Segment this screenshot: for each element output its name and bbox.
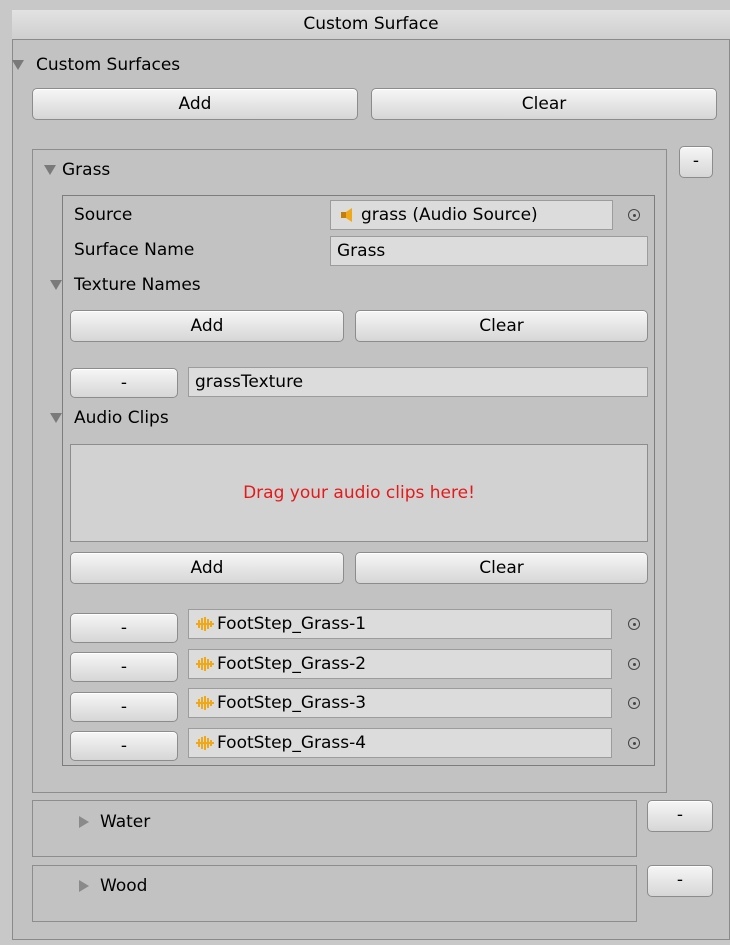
foldout-arrow-icon[interactable] xyxy=(50,280,62,290)
audio-clip-field[interactable]: FootStep_Grass-3 xyxy=(188,688,612,718)
surface-name-field[interactable]: Grass xyxy=(330,236,648,266)
audio-clip-name: FootStep_Grass-3 xyxy=(217,693,367,713)
foldout-arrow-icon[interactable] xyxy=(12,60,24,70)
remove-audio-clip-button[interactable]: - xyxy=(70,613,178,643)
add-audio-clip-button[interactable]: Add xyxy=(70,552,344,584)
add-surface-button[interactable]: Add xyxy=(32,88,358,120)
foldout-arrow-icon[interactable] xyxy=(44,165,56,175)
remove-texture-button[interactable]: - xyxy=(70,368,178,398)
object-picker-icon[interactable] xyxy=(628,209,640,221)
object-picker-icon[interactable] xyxy=(628,658,640,670)
object-picker-icon[interactable] xyxy=(628,618,640,630)
surface-name-wood[interactable]: Wood xyxy=(100,876,147,896)
audio-clip-field[interactable]: FootStep_Grass-1 xyxy=(188,609,612,639)
audio-clip-icon xyxy=(196,617,214,631)
remove-audio-clip-button[interactable]: - xyxy=(70,692,178,722)
audio-source-icon xyxy=(341,208,352,222)
window-title: Custom Surface xyxy=(12,10,730,40)
surface-name-grass[interactable]: Grass xyxy=(62,160,110,180)
custom-surfaces-foldout[interactable]: Custom Surfaces xyxy=(36,55,180,75)
clear-audio-clips-button[interactable]: Clear xyxy=(355,552,648,584)
source-field[interactable]: grass (Audio Source) xyxy=(330,200,613,230)
foldout-arrow-icon[interactable] xyxy=(79,816,89,828)
add-texture-button[interactable]: Add xyxy=(70,310,344,342)
audio-clip-icon xyxy=(196,736,214,750)
audio-clips-foldout[interactable]: Audio Clips xyxy=(74,408,169,428)
remove-audio-clip-button[interactable]: - xyxy=(70,652,178,682)
object-picker-icon[interactable] xyxy=(628,697,640,709)
texture-name-field[interactable]: grassTexture xyxy=(188,367,648,397)
drop-area-text: Drag your audio clips here! xyxy=(243,483,475,503)
remove-surface-grass-button[interactable]: - xyxy=(679,146,713,178)
clear-textures-button[interactable]: Clear xyxy=(355,310,648,342)
audio-clip-drop-area[interactable]: Drag your audio clips here! xyxy=(70,444,648,542)
foldout-arrow-icon[interactable] xyxy=(50,413,62,423)
object-picker-icon[interactable] xyxy=(628,737,640,749)
audio-clip-name: FootStep_Grass-4 xyxy=(217,733,367,753)
foldout-arrow-icon[interactable] xyxy=(79,880,89,892)
surface-name-water[interactable]: Water xyxy=(100,812,150,832)
texture-names-foldout[interactable]: Texture Names xyxy=(74,275,201,295)
audio-clip-name: FootStep_Grass-1 xyxy=(217,614,367,634)
audio-clip-icon xyxy=(196,696,214,710)
surface-name-label: Surface Name xyxy=(74,240,195,260)
audio-clip-name: FootStep_Grass-2 xyxy=(217,654,367,674)
remove-surface-water-button[interactable]: - xyxy=(647,800,713,832)
remove-audio-clip-button[interactable]: - xyxy=(70,731,178,761)
audio-clip-icon xyxy=(196,657,214,671)
audio-clip-field[interactable]: FootStep_Grass-4 xyxy=(188,728,612,758)
clear-surfaces-button[interactable]: Clear xyxy=(371,88,717,120)
source-label: Source xyxy=(74,205,133,225)
audio-clip-field[interactable]: FootStep_Grass-2 xyxy=(188,649,612,679)
remove-surface-wood-button[interactable]: - xyxy=(647,865,713,897)
source-value: grass (Audio Source) xyxy=(361,205,538,225)
